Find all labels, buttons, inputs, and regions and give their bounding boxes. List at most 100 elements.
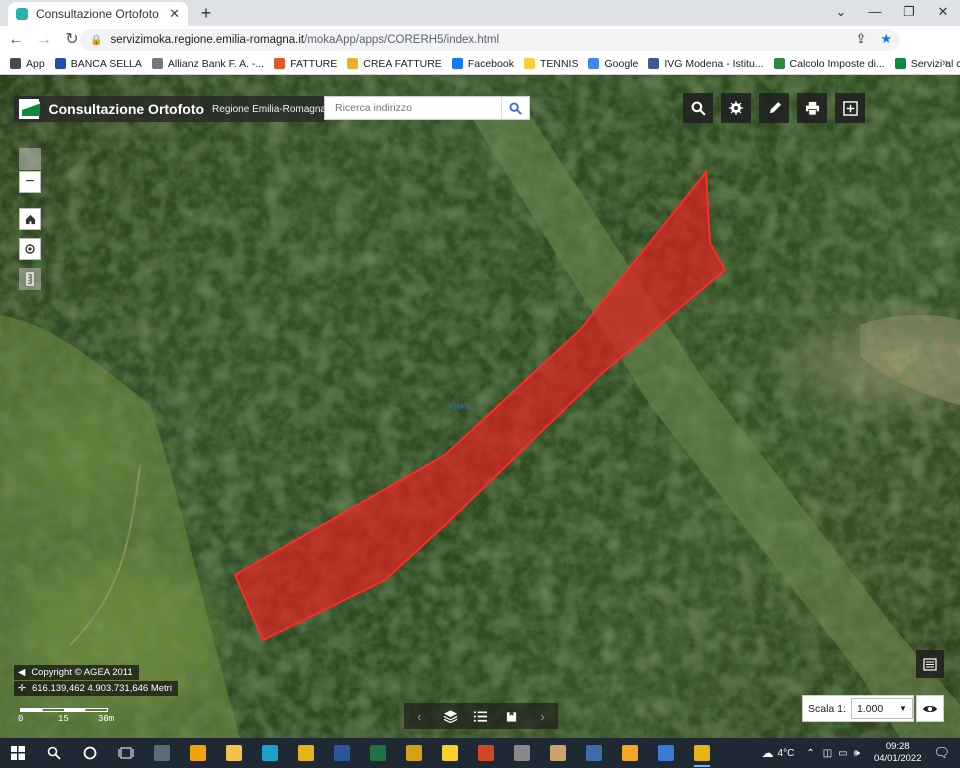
sticky-icon bbox=[442, 745, 458, 761]
taskbar-app-media[interactable] bbox=[396, 738, 432, 768]
bookmark-item[interactable]: CREA FATTURE bbox=[347, 58, 442, 70]
list-panel-icon bbox=[923, 657, 937, 671]
home-button[interactable] bbox=[19, 208, 41, 230]
temperature[interactable]: 4°C bbox=[778, 748, 795, 759]
regione-logo-icon bbox=[19, 99, 40, 119]
bookmark-favicon-icon bbox=[347, 58, 359, 69]
bookmark-favicon-icon bbox=[451, 58, 463, 69]
meet-now-icon[interactable]: ◫ bbox=[823, 748, 832, 759]
taskbar-app-calculator[interactable] bbox=[144, 738, 180, 768]
bookmark-item[interactable]: Calcolo Imposte di... bbox=[773, 58, 885, 70]
taskbar-app-game[interactable] bbox=[504, 738, 540, 768]
media-icon bbox=[406, 745, 422, 761]
search-button[interactable] bbox=[501, 97, 529, 119]
tool-extent-button[interactable] bbox=[835, 93, 865, 123]
geolocate-button[interactable] bbox=[19, 238, 41, 260]
dropdown-triangle-icon: ▼ bbox=[899, 704, 907, 713]
url-host: servizimoka.regione.emilia-romagna.it bbox=[110, 34, 305, 46]
tray-chevron-icon[interactable]: ⌃ bbox=[806, 748, 814, 759]
new-tab-button[interactable]: + bbox=[196, 3, 216, 23]
collapse-triangle-icon[interactable]: ◀ bbox=[18, 667, 25, 678]
map-tools bbox=[683, 93, 865, 123]
taskbar-app-powerpoint[interactable] bbox=[468, 738, 504, 768]
bookmark-label: Servizi al cittadino... bbox=[910, 57, 960, 70]
taskbar-app-store[interactable] bbox=[612, 738, 648, 768]
map-viewport[interactable] bbox=[0, 75, 960, 738]
back-arrow-icon[interactable]: ← bbox=[4, 28, 28, 52]
windows-logo-icon bbox=[11, 746, 25, 760]
start-button[interactable] bbox=[0, 738, 36, 768]
taskbar-app-excel[interactable] bbox=[360, 738, 396, 768]
bookmark-item[interactable]: FATTURE bbox=[274, 58, 337, 70]
taskbar-app-sign[interactable] bbox=[648, 738, 684, 768]
tab-close-icon[interactable]: ✕ bbox=[169, 6, 180, 22]
ruler-icon bbox=[26, 272, 34, 286]
zoom-out-button[interactable]: − bbox=[19, 171, 41, 193]
bookmark-item[interactable]: App bbox=[10, 58, 45, 70]
zoom-in-button[interactable] bbox=[19, 148, 41, 170]
bookmark-item[interactable]: Facebook bbox=[451, 58, 514, 70]
tool-draw-button[interactable] bbox=[759, 93, 789, 123]
bookmark-item[interactable]: TENNIS bbox=[523, 58, 578, 70]
notifications-icon[interactable]: 🗨 bbox=[933, 745, 950, 761]
task-view-button[interactable] bbox=[108, 738, 144, 768]
search-taskbar-button[interactable] bbox=[36, 738, 72, 768]
legend-list-button[interactable] bbox=[468, 705, 494, 727]
tool-print-button[interactable] bbox=[797, 93, 827, 123]
taskbar-app-chrome-active[interactable] bbox=[684, 738, 720, 768]
bookmark-item[interactable]: Allianz Bank F. A. -... bbox=[151, 57, 265, 70]
cortana-button[interactable] bbox=[72, 738, 108, 768]
taskbar-app-paint[interactable] bbox=[540, 738, 576, 768]
app-header: Consultazione Ortofoto Regione Emilia-Ro… bbox=[14, 96, 326, 122]
forward-arrow-icon[interactable]: → bbox=[32, 28, 56, 52]
pencil-icon bbox=[769, 101, 781, 113]
more-bookmarks-icon[interactable]: » bbox=[942, 57, 948, 69]
bookmark-label: Allianz Bank F. A. -... bbox=[167, 57, 265, 70]
taskbar-app-sticky[interactable] bbox=[432, 738, 468, 768]
scale-select[interactable]: 1.000 ▼ bbox=[850, 698, 913, 719]
home-icon bbox=[25, 214, 35, 224]
layers-icon bbox=[443, 710, 458, 723]
bookmark-item[interactable]: Servizi al cittadino... bbox=[894, 57, 960, 70]
ruler-button[interactable] bbox=[19, 268, 41, 290]
task-view-icon bbox=[118, 747, 134, 759]
browser-tab[interactable]: Consultazione Ortofoto ✕ bbox=[8, 2, 188, 26]
volume-icon[interactable]: 🕪 bbox=[854, 748, 860, 759]
network-icon[interactable]: ▭ bbox=[838, 748, 847, 759]
taskbar-app-word[interactable] bbox=[324, 738, 360, 768]
bookmark-label: FATTURE bbox=[290, 57, 338, 70]
eye-icon bbox=[923, 705, 937, 712]
next-chevron-icon[interactable]: › bbox=[530, 705, 556, 727]
maximize-button[interactable]: ❐ bbox=[892, 2, 926, 22]
visibility-button[interactable] bbox=[916, 695, 944, 722]
prev-chevron-icon[interactable]: ‹ bbox=[406, 705, 432, 727]
taskbar-app-edge[interactable] bbox=[252, 738, 288, 768]
taskbar-app-notepad[interactable] bbox=[576, 738, 612, 768]
share-icon[interactable]: ⇪ bbox=[855, 31, 866, 47]
lock-icon: 🔒 bbox=[90, 34, 103, 46]
address-search-input[interactable] bbox=[325, 98, 501, 118]
bookmark-item[interactable]: BANCA SELLA bbox=[54, 58, 142, 70]
panel-list-button[interactable] bbox=[916, 650, 944, 678]
layers-button[interactable] bbox=[437, 705, 463, 727]
bookmark-label: App bbox=[26, 57, 45, 70]
minimize-button[interactable]: — bbox=[858, 2, 892, 22]
tab-search-chevron-icon[interactable]: ⌄ bbox=[824, 2, 858, 22]
search-icon bbox=[691, 101, 706, 116]
close-window-button[interactable]: ✕ bbox=[926, 2, 960, 22]
address-bar[interactable]: 🔒 servizimoka.regione.emilia-romagna.it /… bbox=[80, 29, 900, 51]
weather-cloud-icon[interactable]: ☁ bbox=[762, 746, 774, 760]
windows-taskbar: ☁ 4°C ⌃ ◫ ▭ 🕪 09:28 04/01/2022 🗨 bbox=[0, 738, 960, 768]
bookmark-item[interactable]: IVG Modena - Istitu... bbox=[648, 58, 764, 70]
taskbar-app-outlook[interactable] bbox=[180, 738, 216, 768]
bookmark-star-icon[interactable]: ★ bbox=[880, 31, 892, 47]
taskbar-app-chrome[interactable] bbox=[288, 738, 324, 768]
clock[interactable]: 09:28 04/01/2022 bbox=[874, 741, 922, 765]
scale-label-mid: 15 bbox=[58, 714, 69, 724]
bookmark-item[interactable]: Google bbox=[588, 58, 638, 70]
tool-info-button[interactable] bbox=[721, 93, 751, 123]
taskbar-app-file-explorer[interactable] bbox=[216, 738, 252, 768]
bookmarks-bar: App BANCA SELLA Allianz Bank F. A. -... FAT… bbox=[0, 53, 960, 75]
catalog-button[interactable] bbox=[499, 705, 525, 727]
tool-search-button[interactable] bbox=[683, 93, 713, 123]
